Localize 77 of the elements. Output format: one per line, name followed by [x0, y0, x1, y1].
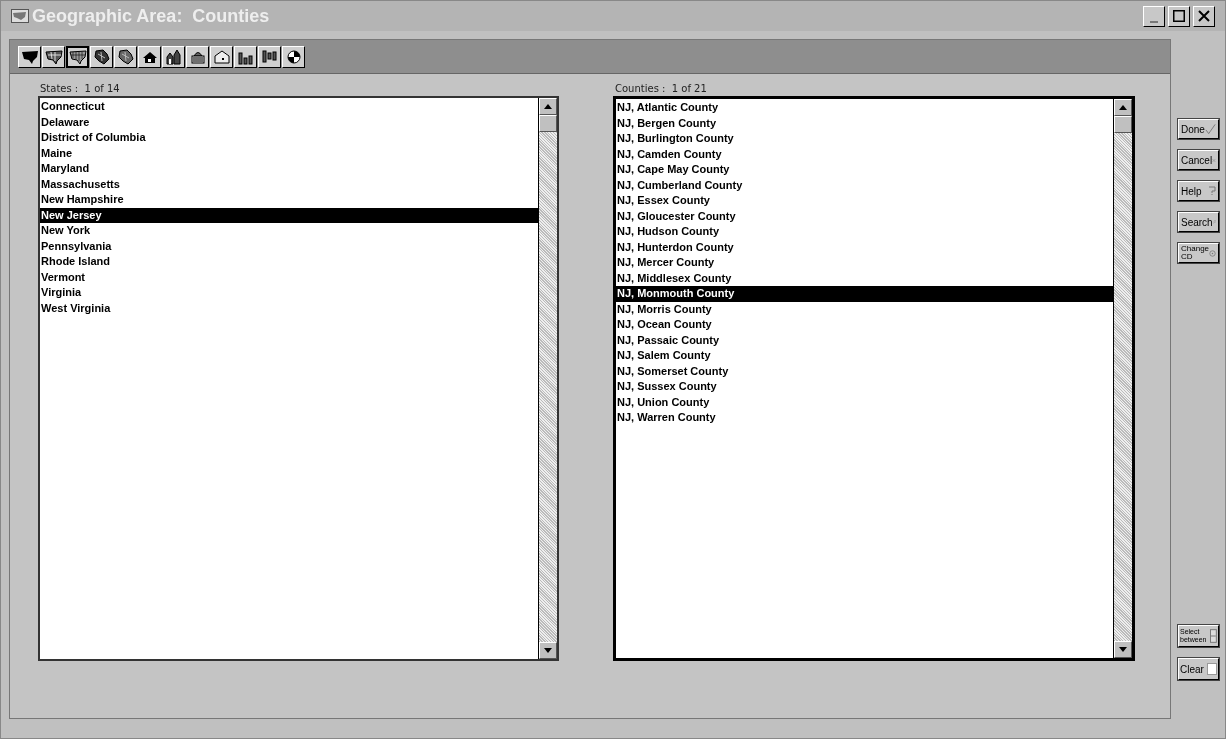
state-map-icon: [92, 48, 111, 65]
scrollbar[interactable]: [538, 98, 557, 659]
scroll-thumb[interactable]: [539, 115, 557, 132]
maximize-icon: [1173, 10, 1185, 22]
list-item[interactable]: NJ, Middlesex County: [616, 270, 1113, 286]
church-icon: [164, 48, 183, 65]
scroll-down-button[interactable]: [539, 642, 557, 659]
pie-chart-icon: [284, 48, 303, 65]
down-arrow-icon: [544, 648, 552, 653]
close-button[interactable]: [1193, 5, 1215, 27]
list-item[interactable]: NJ, Warren County: [616, 410, 1113, 426]
list-item[interactable]: NJ, Cumberland County: [616, 177, 1113, 193]
list-item[interactable]: Connecticut: [40, 99, 538, 115]
list-item[interactable]: NJ, Monmouth County: [616, 286, 1113, 302]
side-button[interactable]: Cancel: [1178, 150, 1219, 170]
list-item[interactable]: NJ, Passaic County: [616, 332, 1113, 348]
down-arrow-icon: [1119, 647, 1127, 652]
state-map-icon: [116, 48, 135, 65]
scroll-down-button[interactable]: [1114, 641, 1132, 658]
list-item[interactable]: NJ, Gloucester County: [616, 208, 1113, 224]
list-item[interactable]: NJ, Atlantic County: [616, 100, 1113, 116]
list-item[interactable]: Pennsylvania: [40, 238, 538, 254]
range-icon: [1210, 629, 1217, 643]
list-item[interactable]: New Jersey: [40, 207, 538, 223]
scrollbar[interactable]: [1113, 99, 1132, 658]
side-button[interactable]: Change CD: [1178, 243, 1219, 263]
disc-icon: [1209, 248, 1216, 258]
side-button[interactable]: Clear: [1178, 658, 1219, 680]
scroll-up-button[interactable]: [1114, 99, 1132, 116]
map-icon: [68, 48, 87, 65]
list-item[interactable]: NJ, Mercer County: [616, 255, 1113, 271]
toolbar-button[interactable]: [66, 45, 89, 68]
list-item[interactable]: NJ, Hunterdon County: [616, 239, 1113, 255]
side-button[interactable]: Help: [1178, 181, 1219, 201]
scroll-thumb[interactable]: [1114, 116, 1132, 133]
checkbox-icon: [1207, 663, 1217, 675]
list-item[interactable]: Maine: [40, 145, 538, 161]
help-icon: [1208, 186, 1216, 196]
list-item[interactable]: NJ, Camden County: [616, 146, 1113, 162]
list-item[interactable]: NJ, Hudson County: [616, 224, 1113, 240]
minimize-button[interactable]: [1143, 5, 1165, 27]
list-item[interactable]: NJ, Bergen County: [616, 115, 1113, 131]
bar-chart-icon: [260, 48, 279, 65]
list-item[interactable]: Rhode Island: [40, 254, 538, 270]
list-caption: Counties : 1 of 21: [614, 82, 708, 96]
list-item[interactable]: Vermont: [40, 269, 538, 285]
check-icon: [1204, 123, 1216, 135]
list-item[interactable]: NJ, Burlington County: [616, 131, 1113, 147]
list-item[interactable]: Virginia: [40, 285, 538, 301]
list-item[interactable]: West Virginia: [40, 300, 538, 316]
up-arrow-icon: [1119, 105, 1127, 110]
list-item[interactable]: New York: [40, 223, 538, 239]
map-icon: [44, 48, 63, 65]
list-item[interactable]: NJ, Ocean County: [616, 317, 1113, 333]
map-icon: [11, 9, 29, 23]
minimize-icon: [1150, 20, 1158, 23]
building-icon: [212, 48, 231, 65]
list-item[interactable]: District of Columbia: [40, 130, 538, 146]
list-item[interactable]: NJ, Somerset County: [616, 363, 1113, 379]
list-item[interactable]: NJ, Cape May County: [616, 162, 1113, 178]
map-icon: [20, 48, 39, 65]
scroll-up-button[interactable]: [539, 98, 557, 115]
side-button[interactable]: Done: [1178, 119, 1219, 139]
list-item[interactable]: NJ, Morris County: [616, 301, 1113, 317]
list-item[interactable]: Maryland: [40, 161, 538, 177]
list-item[interactable]: NJ, Sussex County: [616, 379, 1113, 395]
list-item[interactable]: Massachusetts: [40, 176, 538, 192]
side-button[interactable]: Search: [1178, 212, 1219, 232]
up-arrow-icon: [544, 104, 552, 109]
list-item[interactable]: NJ, Salem County: [616, 348, 1113, 364]
list-caption: States : 1 of 14: [39, 82, 121, 96]
list-item[interactable]: NJ, Essex County: [616, 193, 1113, 209]
list-item[interactable]: New Hampshire: [40, 192, 538, 208]
list-item[interactable]: NJ, Union County: [616, 394, 1113, 410]
maximize-button[interactable]: [1168, 5, 1190, 27]
window-title: Geographic Area: Counties: [32, 4, 270, 28]
list-item[interactable]: Delaware: [40, 114, 538, 130]
